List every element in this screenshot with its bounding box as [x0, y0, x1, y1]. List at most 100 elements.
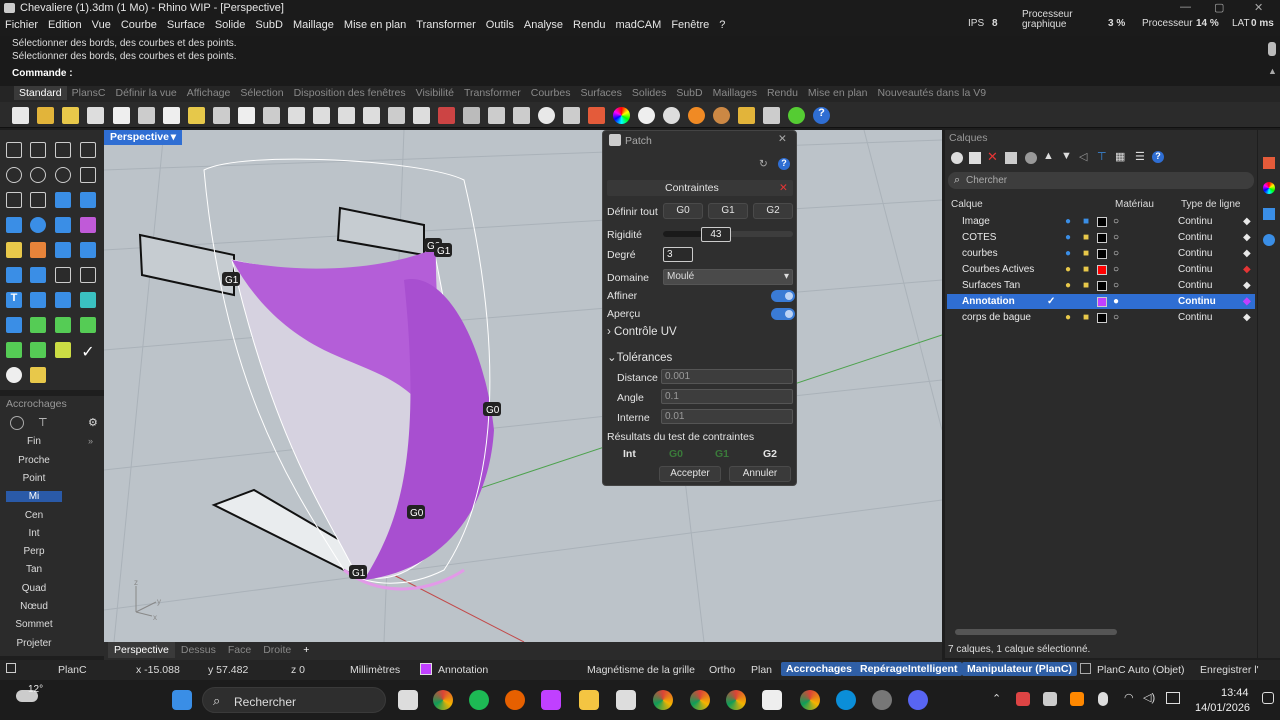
distance-field[interactable]: 0.001 — [661, 369, 793, 384]
layer-filter-icon[interactable] — [1025, 152, 1037, 164]
weather-temp[interactable]: 12° — [28, 684, 43, 695]
layer-color-swatch[interactable] — [1097, 265, 1107, 275]
rhino-wip-icon[interactable] — [762, 690, 782, 710]
menu-help[interactable]: ? — [714, 16, 730, 34]
snap-near[interactable]: Proche — [6, 455, 62, 466]
tab-set-view[interactable]: Définir la vue — [110, 86, 181, 100]
filter-icon[interactable]: ⊤ — [1097, 150, 1107, 163]
start-windows-icon[interactable] — [172, 690, 192, 710]
cut-icon[interactable] — [138, 107, 155, 124]
boolean-icon[interactable] — [6, 267, 22, 283]
fillet-icon[interactable] — [30, 192, 46, 208]
select-arrow-icon[interactable] — [6, 142, 22, 158]
snap-mid[interactable]: Mi — [6, 491, 62, 502]
checkbox-icon[interactable] — [1080, 663, 1091, 674]
mesh-icon[interactable] — [6, 242, 22, 258]
perspective-viewport[interactable]: G1 G0 G1 G0 G0 G1 z y x Perspective ▾ — [104, 130, 942, 642]
help-tab-icon[interactable] — [1263, 208, 1275, 220]
color-wheel-icon[interactable] — [613, 107, 630, 124]
move-down-icon[interactable]: ▼ — [1061, 150, 1072, 162]
material-icon[interactable]: ○ — [1113, 248, 1119, 259]
surface-icon[interactable] — [55, 192, 71, 208]
menu-surface[interactable]: Surface — [162, 16, 210, 34]
layer-color-swatch[interactable] — [1097, 233, 1107, 243]
tab-front[interactable]: Face — [222, 642, 257, 658]
print-color-icon[interactable]: ◆ — [1243, 280, 1251, 291]
status-layer[interactable]: Annotation — [438, 664, 488, 676]
domain-select[interactable]: Moulé ▾ — [663, 269, 793, 285]
move-view-icon[interactable] — [263, 107, 280, 124]
menu-subd[interactable]: SubD — [250, 16, 288, 34]
tab-surfaces[interactable]: Surfaces — [575, 86, 626, 100]
plugin-icon[interactable] — [788, 107, 805, 124]
horizontal-scrollbar[interactable] — [955, 629, 1117, 635]
clock-date[interactable]: 14/01/2026 — [1195, 702, 1250, 714]
material-icon[interactable]: ○ — [1113, 216, 1119, 227]
layer-row[interactable]: Courbes Actives ● ■ ○ Continu ◆ — [947, 262, 1255, 277]
mirror-icon[interactable] — [55, 292, 71, 308]
status-units[interactable]: Millimètres — [350, 664, 400, 676]
layer-row[interactable]: corps de bague ● ■ ○ Continu ◆ — [947, 310, 1255, 325]
print-color-icon[interactable]: ◆ — [1243, 232, 1251, 243]
render-sphere-icon[interactable] — [688, 107, 705, 124]
extrude-icon[interactable] — [55, 242, 71, 258]
grid-snap-toggle[interactable]: Magnétisme de la grille — [587, 664, 695, 676]
filter-icon[interactable]: ⊤ — [38, 416, 48, 429]
chrome-profile-icon[interactable] — [653, 690, 673, 710]
block-icon[interactable] — [80, 317, 96, 333]
panel-toggle-icon[interactable] — [6, 663, 16, 673]
tab-visibility[interactable]: Visibilité — [411, 86, 459, 100]
tab-meshes[interactable]: Maillages — [708, 86, 762, 100]
named-views-icon[interactable] — [763, 107, 780, 124]
tab-perspective[interactable]: Perspective — [108, 642, 175, 658]
lock-icon[interactable]: ■ — [1083, 248, 1089, 259]
column-layer[interactable]: Calque — [951, 199, 983, 210]
notification-bell-icon[interactable] — [1262, 692, 1274, 704]
viewport-scene[interactable]: G1 G0 G1 G0 G0 G1 z y x — [104, 130, 942, 642]
circle-icon[interactable] — [6, 167, 22, 183]
new-layer-icon[interactable] — [951, 152, 963, 164]
angle-field[interactable]: 0.1 — [661, 389, 793, 404]
auto-cplane-toggle[interactable]: PlanC Auto (Objet) — [1097, 664, 1185, 676]
light-bulb-icon[interactable]: ● — [1065, 216, 1071, 227]
trim-icon[interactable] — [55, 267, 71, 283]
chrome-profile-icon[interactable] — [690, 690, 710, 710]
snap-settings-gear-icon[interactable]: ⚙ — [88, 416, 98, 429]
copy-icon[interactable] — [163, 107, 180, 124]
save-icon[interactable] — [62, 107, 79, 124]
car-icon[interactable] — [438, 107, 455, 124]
tab-select[interactable]: Sélection — [235, 86, 288, 100]
rhino-8-icon[interactable] — [616, 690, 636, 710]
menu-view[interactable]: Vue — [87, 16, 116, 34]
gumball-toggle[interactable]: Manipulateur (PlanC) — [962, 662, 1078, 676]
material-icon[interactable]: ○ — [1113, 280, 1119, 291]
tab-standard[interactable]: Standard — [14, 86, 67, 100]
accept-button[interactable]: Accepter — [659, 466, 721, 482]
snap-point[interactable]: Point — [6, 473, 62, 484]
tab-drafting[interactable]: Mise en plan — [803, 86, 873, 100]
sphere-icon[interactable] — [30, 217, 46, 233]
text-icon[interactable]: T — [6, 292, 22, 308]
status-cplane[interactable]: PlanC — [58, 664, 87, 676]
light-bulb-icon[interactable]: ● — [1065, 312, 1071, 323]
eraser-icon[interactable] — [80, 217, 96, 233]
layer-search-input[interactable]: ⌕ Chercher — [948, 172, 1254, 189]
tab-viewport-layout[interactable]: Disposition des fenêtres — [289, 86, 411, 100]
group-icon[interactable] — [55, 317, 71, 333]
layer-color-swatch[interactable] — [1097, 217, 1107, 227]
current-layer-check-icon[interactable]: ✓ — [1047, 296, 1055, 307]
gumball-icon[interactable] — [30, 342, 46, 358]
lock-icon[interactable]: ■ — [1083, 312, 1089, 323]
snap-icon[interactable] — [513, 107, 530, 124]
tab-cplanes[interactable]: PlansC — [67, 86, 111, 100]
ellipse-icon[interactable] — [30, 167, 46, 183]
print-color-icon[interactable]: ◆ — [1243, 312, 1251, 323]
layer-color-swatch[interactable] — [1097, 297, 1107, 307]
reset-icon[interactable]: ↻ — [759, 158, 768, 170]
properties-icon[interactable] — [588, 107, 605, 124]
layer-row[interactable]: Surfaces Tan ● ■ ○ Continu ◆ — [947, 278, 1255, 293]
surface-edit-icon[interactable] — [80, 192, 96, 208]
material-icon[interactable]: ● — [1113, 296, 1119, 307]
degree-field[interactable]: 3 — [663, 247, 693, 262]
menu-edit[interactable]: Edition — [43, 16, 87, 34]
